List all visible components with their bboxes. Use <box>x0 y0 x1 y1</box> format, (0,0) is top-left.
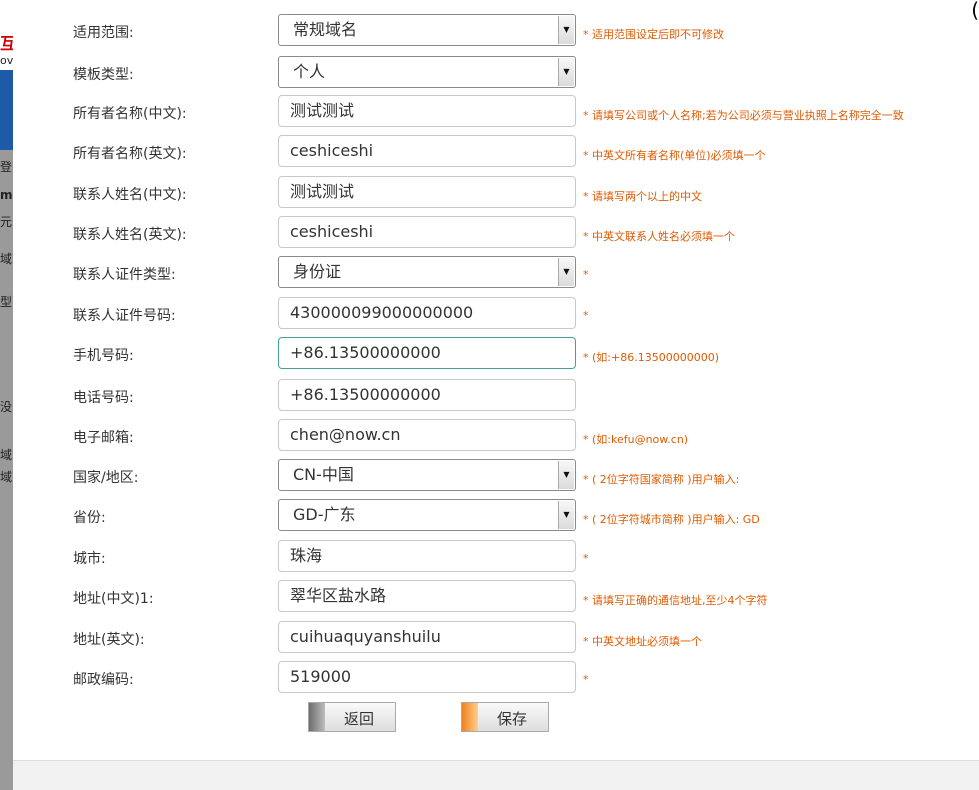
field-label: 手机号码: <box>73 348 134 364</box>
field-label: 联系人证件号码: <box>73 308 176 324</box>
field-label: 所有者名称(中文): <box>73 106 187 122</box>
text-input[interactable]: chen@now.cn <box>278 419 576 451</box>
select-value: GD-广东 <box>293 505 356 524</box>
select-field[interactable]: CN-中国 ▼ <box>278 459 576 491</box>
dropdown-arrow-icon[interactable]: ▼ <box>558 258 574 286</box>
field-hint: * <box>583 673 589 686</box>
text-input[interactable]: ceshiceshi <box>278 135 576 167</box>
field-label: 联系人姓名(英文): <box>73 227 187 243</box>
form-row: 地址(英文): cuihuaquyanshuilu * 中英文地址必须填一个 <box>13 621 979 655</box>
form-row: 模板类型: 个人 ▼ <box>13 56 979 90</box>
background-text: 互 <box>0 34 13 53</box>
text-input[interactable]: 测试测试 <box>278 176 576 208</box>
form-row: 城市: 珠海 * <box>13 540 979 574</box>
field-label: 模板类型: <box>73 67 134 83</box>
save-button[interactable]: 保存 <box>461 702 549 732</box>
background-text: 域 <box>0 470 13 484</box>
back-button-label: 返回 <box>343 710 374 728</box>
background-text: 型 <box>0 295 13 309</box>
field-hint: * 中英文地址必须填一个 <box>583 635 702 648</box>
form-row: 省份: GD-广东 ▼ * ( 2位字符城市简称 )用户输入: GD <box>13 499 979 533</box>
text-input[interactable]: 测试测试 <box>278 95 576 127</box>
field-hint: * 请填写公司或个人名称;若为公司必须与营业执照上名称完全一致 <box>583 109 904 122</box>
background-page-edge: 互 ov 登 m 元 域 型 没 域 域 <box>0 0 13 790</box>
text-input[interactable]: +86.13500000000 <box>278 337 576 369</box>
form-row: 联系人姓名(英文): ceshiceshi * 中英文联系人姓名必须填一个 <box>13 216 979 250</box>
text-input[interactable]: 翠华区盐水路 <box>278 580 576 612</box>
background-text: 登 <box>0 160 13 174</box>
field-hint: * 适用范围设定后即不可修改 <box>583 28 724 41</box>
text-input[interactable]: ceshiceshi <box>278 216 576 248</box>
background-banner-block <box>0 70 13 150</box>
background-text: 域 <box>0 252 13 266</box>
select-value: 个人 <box>293 62 326 81</box>
form-row: 邮政编码: 519000 * <box>13 661 979 695</box>
field-label: 城市: <box>73 551 106 567</box>
form-row: 所有者名称(中文): 测试测试 * 请填写公司或个人名称;若为公司必须与营业执照上名… <box>13 95 979 129</box>
form-row: 联系人姓名(中文): 测试测试 * 请填写两个以上的中文 <box>13 176 979 210</box>
form-row: 电话号码: +86.13500000000 <box>13 379 979 413</box>
field-label: 邮政编码: <box>73 672 134 688</box>
field-hint: * <box>583 268 589 281</box>
field-label: 所有者名称(英文): <box>73 146 187 162</box>
field-label: 国家/地区: <box>73 470 139 486</box>
form-row: 国家/地区: CN-中国 ▼ * ( 2位字符国家简称 )用户输入: <box>13 459 979 493</box>
back-button[interactable]: 返回 <box>308 702 396 732</box>
field-hint: * 请填写正确的通信地址,至少4个字符 <box>583 594 768 607</box>
dropdown-arrow-icon[interactable]: ▼ <box>558 461 574 489</box>
field-label: 省份: <box>73 510 106 526</box>
field-hint: * (如:+86.13500000000) <box>583 351 719 364</box>
background-text: 元 <box>0 215 13 229</box>
text-input[interactable]: 430000099000000000 <box>278 297 576 329</box>
background-text: 没 <box>0 400 13 414</box>
dropdown-arrow-icon[interactable]: ▼ <box>558 58 574 86</box>
field-hint: * 请填写两个以上的中文 <box>583 190 702 203</box>
field-hint: * <box>583 552 589 565</box>
field-label: 地址(中文)1: <box>73 591 154 607</box>
field-label: 联系人姓名(中文): <box>73 187 187 203</box>
field-hint: * ( 2位字符城市简称 )用户输入: GD <box>583 513 760 526</box>
text-input[interactable]: 珠海 <box>278 540 576 572</box>
field-hint: * (如:kefu@now.cn) <box>583 433 689 446</box>
field-hint: * 中英文联系人姓名必须填一个 <box>583 230 735 243</box>
form-row: 地址(中文)1: 翠华区盐水路 * 请填写正确的通信地址,至少4个字符 <box>13 580 979 614</box>
form-row: 联系人证件号码: 430000099000000000 * <box>13 297 979 331</box>
select-field[interactable]: 身份证 ▼ <box>278 256 576 288</box>
form-row: 电子邮箱: chen@now.cn * (如:kefu@now.cn) <box>13 419 979 453</box>
field-label: 地址(英文): <box>73 632 145 648</box>
select-value: 常规域名 <box>293 20 358 39</box>
text-input[interactable]: cuihuaquyanshuilu <box>278 621 576 653</box>
dropdown-arrow-icon[interactable]: ▼ <box>558 501 574 529</box>
form-row: 所有者名称(英文): ceshiceshi * 中英文所有者名称(单位)必须填一个 <box>13 135 979 169</box>
background-text: m <box>0 188 13 202</box>
background-text: 域 <box>0 448 13 462</box>
select-field[interactable]: 常规域名 ▼ <box>278 14 576 46</box>
form-row: 联系人证件类型: 身份证 ▼ * <box>13 256 979 290</box>
form-row: 适用范围: 常规域名 ▼ * 适用范围设定后即不可修改 <box>13 14 979 48</box>
field-label: 电子邮箱: <box>73 430 134 446</box>
registrant-template-dialog: ( 适用范围: 常规域名 ▼ * 适用范围设定后即不可修改 模板类型: 个人 ▼ 所有者名称(… <box>13 0 979 761</box>
dropdown-arrow-icon[interactable]: ▼ <box>558 16 574 44</box>
select-value: 身份证 <box>293 262 342 281</box>
field-label: 适用范围: <box>73 25 134 41</box>
form-row: 手机号码: +86.13500000000 * (如:+86.13500000000… <box>13 337 979 371</box>
select-field[interactable]: 个人 ▼ <box>278 56 576 88</box>
field-hint: * <box>583 309 589 322</box>
background-text: ov <box>0 54 13 67</box>
field-label: 联系人证件类型: <box>73 267 176 283</box>
save-button-label: 保存 <box>496 710 527 728</box>
select-value: CN-中国 <box>293 465 354 484</box>
field-hint: * 中英文所有者名称(单位)必须填一个 <box>583 149 766 162</box>
text-input[interactable]: 519000 <box>278 661 576 693</box>
field-hint: * ( 2位字符国家简称 )用户输入: <box>583 473 740 486</box>
text-input[interactable]: +86.13500000000 <box>278 379 576 411</box>
field-label: 电话号码: <box>73 390 134 406</box>
select-field[interactable]: GD-广东 ▼ <box>278 499 576 531</box>
